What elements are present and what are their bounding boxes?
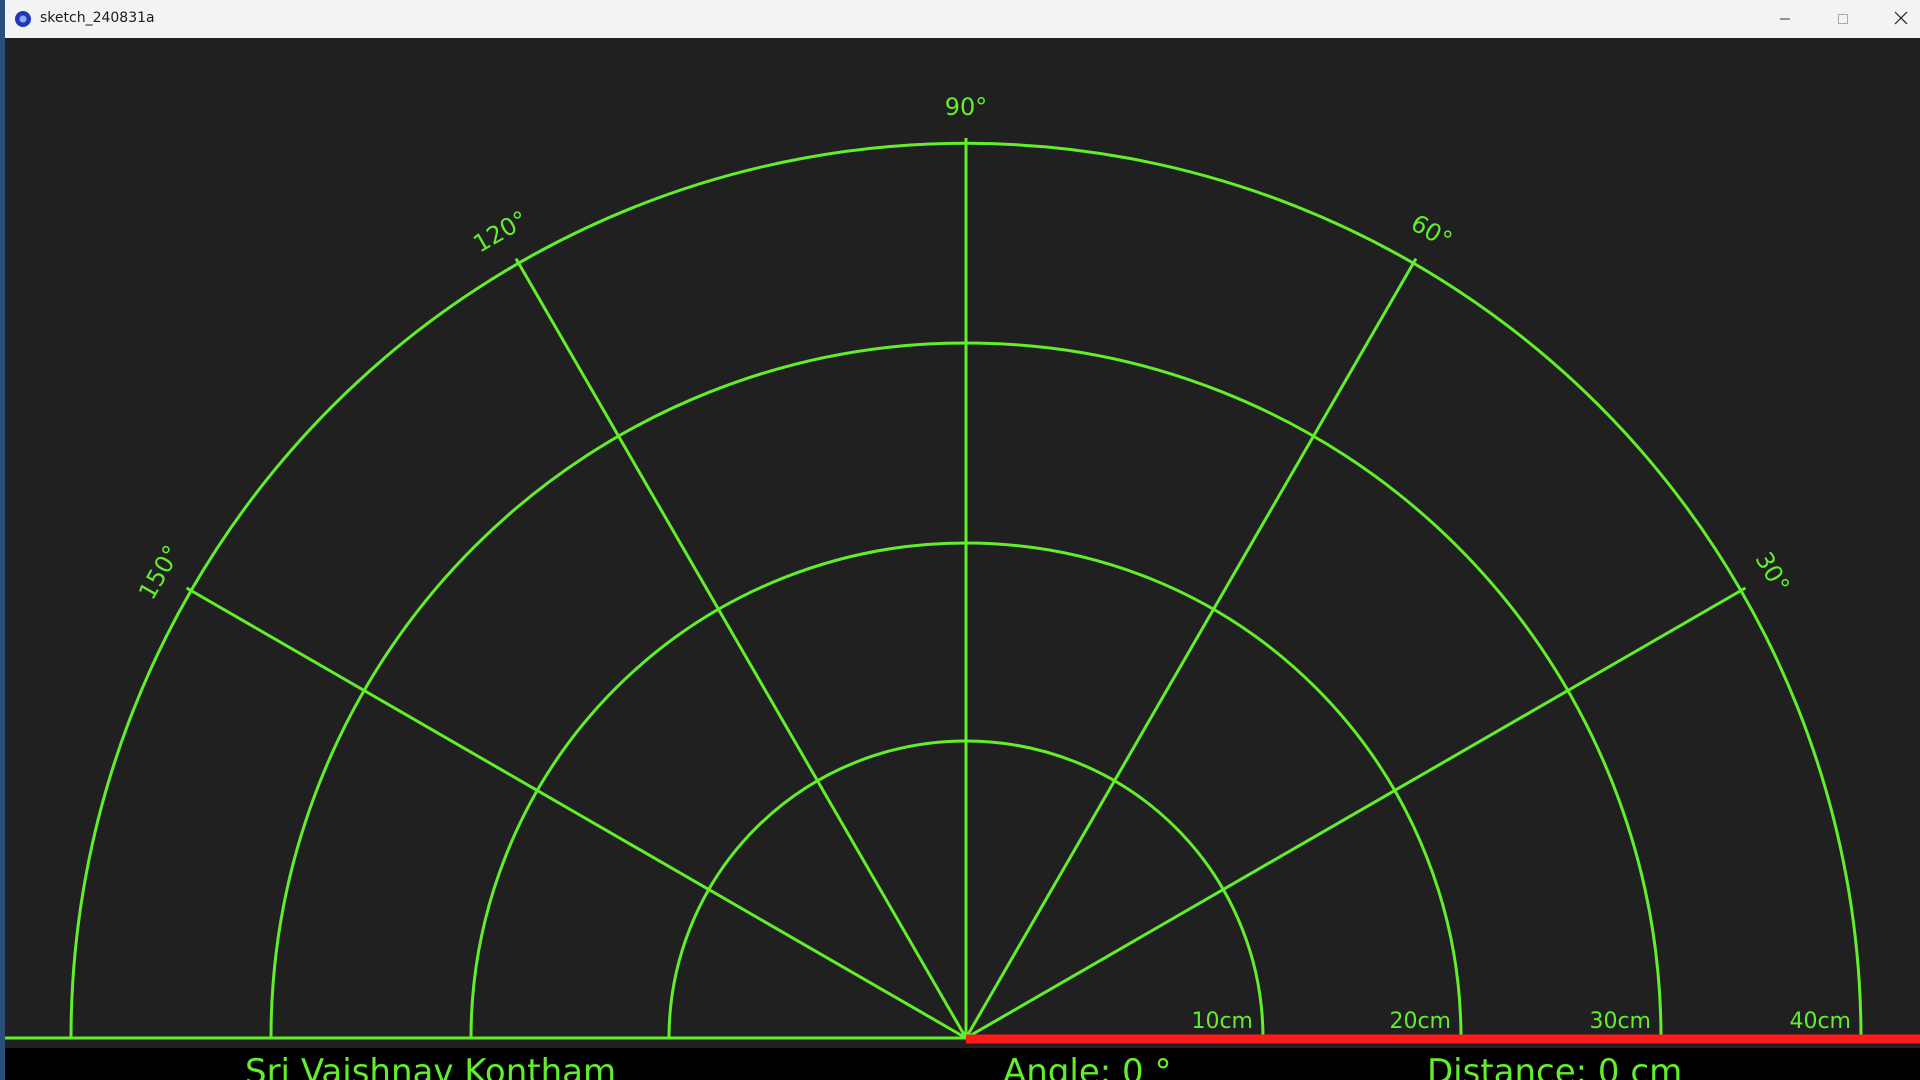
- close-icon: [1894, 10, 1908, 29]
- angle-label-90: 90°: [945, 93, 988, 121]
- angle-readout: Angle: 0 °: [1003, 1052, 1172, 1080]
- spoke-60deg: [964, 257, 1418, 1039]
- range-label-4: 40cm: [1789, 1009, 1851, 1034]
- angle-label-60: 60°: [1406, 209, 1457, 255]
- sketch-window: sketch_240831a 30°60°90°120°150°10c: [5, 0, 1920, 1080]
- range-label-1: 10cm: [1191, 1009, 1253, 1034]
- range-label-2: 20cm: [1389, 1009, 1451, 1034]
- spoke-30deg: [965, 586, 1747, 1040]
- range-label-3: 30cm: [1589, 1009, 1651, 1034]
- window-title: sketch_240831a: [40, 10, 155, 26]
- close-button[interactable]: [1872, 0, 1920, 38]
- distance-readout: Distance: 0 cm: [1427, 1052, 1683, 1080]
- radar-display: 30° 60° 90° 120° 150° 10cm 20cm 30cm 40cm: [5, 93, 1920, 1044]
- maximize-button[interactable]: [1814, 0, 1871, 38]
- radar-canvas: 30° 60° 90° 120° 150° 10cm 20cm 30cm 40cm: [5, 38, 1920, 1080]
- spoke-120deg: [514, 257, 968, 1039]
- angle-label-150: 150°: [133, 540, 186, 604]
- spoke-150deg: [185, 586, 967, 1040]
- angle-label-30: 30°: [1750, 547, 1796, 598]
- minimize-button[interactable]: [1756, 0, 1813, 38]
- app-icon: [15, 11, 31, 27]
- angle-label-120: 120°: [468, 205, 532, 258]
- title-bar[interactable]: sketch_240831a: [5, 0, 1920, 39]
- minimize-icon: [1779, 10, 1791, 29]
- screen: sketch_240831a 30°60°90°120°150°10c: [0, 0, 1920, 1080]
- maximize-icon: [1837, 10, 1849, 29]
- author-name: Sri Vaishnav Kontham: [245, 1052, 617, 1080]
